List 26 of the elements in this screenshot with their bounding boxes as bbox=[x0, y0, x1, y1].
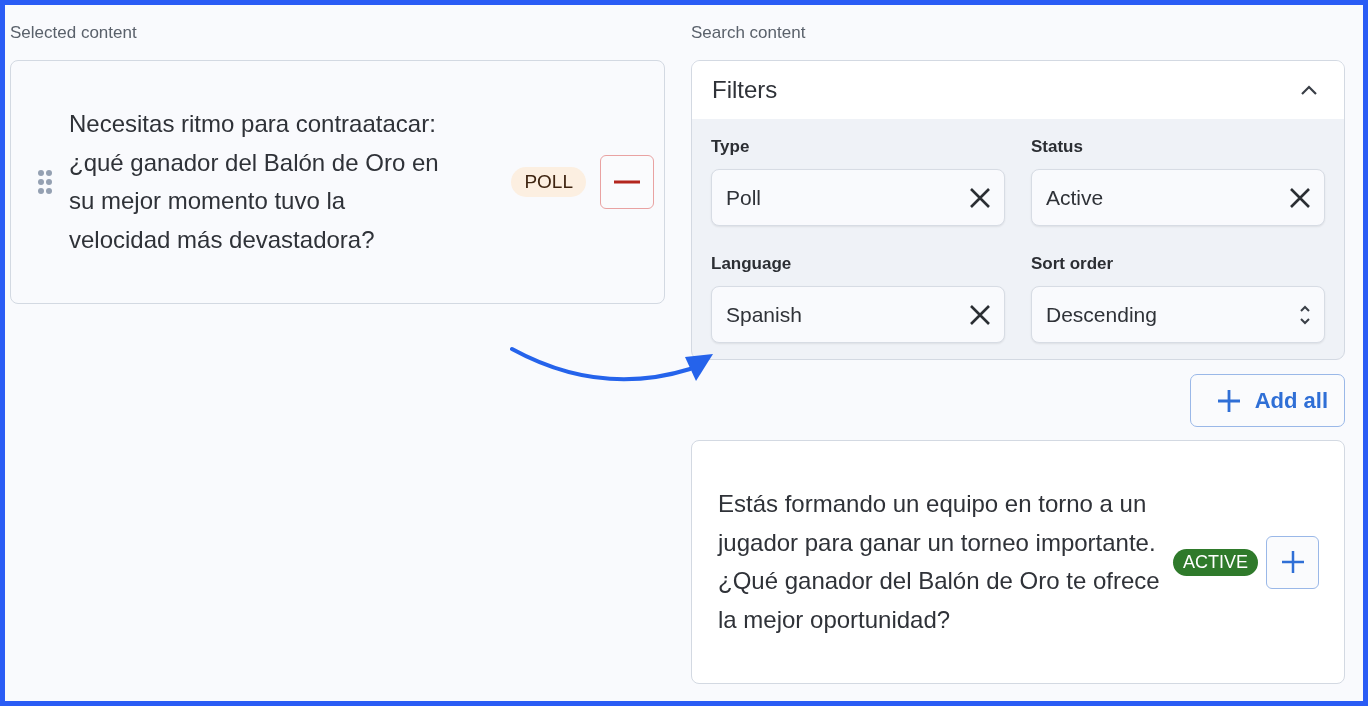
add-all-button[interactable]: Add all bbox=[1189, 374, 1345, 427]
field-label: Status bbox=[1031, 137, 1084, 157]
input-field[interactable]: Poll bbox=[711, 169, 1005, 226]
plus-icon bbox=[1280, 550, 1305, 574]
close-icon[interactable] bbox=[969, 303, 991, 326]
filters-title: Filters bbox=[712, 76, 778, 104]
input-field[interactable]: Spanish bbox=[711, 286, 1005, 343]
field-label: Sort order bbox=[1031, 254, 1115, 274]
add-button[interactable] bbox=[1266, 535, 1319, 589]
status-badge: ACTIVE bbox=[1173, 548, 1258, 576]
close-icon[interactable] bbox=[969, 186, 991, 209]
minus-icon bbox=[614, 180, 640, 184]
question-text: Estás formando un equipo en torno a un jugador para ganar un torneo importante. ¿Qué ganador del Balón de Oro te ofrece la mejor oportunidad? bbox=[718, 489, 1161, 635]
section-label: Selected content bbox=[10, 23, 138, 44]
input-field[interactable]: Active bbox=[1031, 169, 1325, 226]
chevron-up-icon[interactable] bbox=[1300, 84, 1318, 96]
type-badge: POLL bbox=[511, 167, 586, 197]
question-text: Necesitas ritmo para contraatacar: ¿qué ganador del Balón de Oro en su mejor momento tuvo la velocidad más devastadora? bbox=[69, 109, 440, 255]
close-icon[interactable] bbox=[1289, 186, 1311, 209]
drag-handle-icon[interactable] bbox=[37, 169, 53, 195]
field-label: Type bbox=[711, 137, 751, 157]
field-label: Language bbox=[711, 254, 793, 274]
select-field[interactable]: Descending bbox=[1031, 286, 1325, 343]
plus-icon bbox=[1216, 388, 1241, 413]
section-label: Search content bbox=[691, 23, 807, 44]
sort-icon[interactable] bbox=[1299, 303, 1311, 326]
